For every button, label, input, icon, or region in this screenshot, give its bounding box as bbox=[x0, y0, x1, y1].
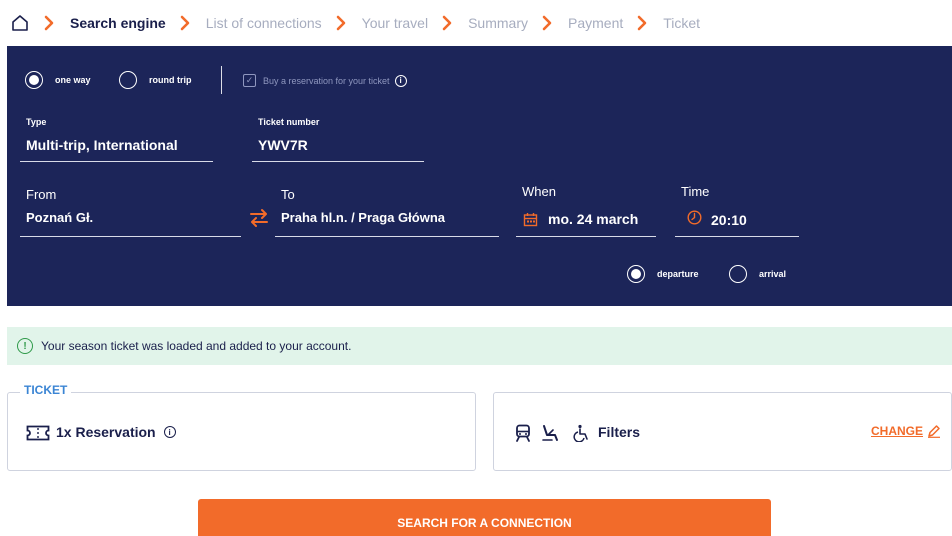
pencil-icon bbox=[928, 425, 941, 438]
time-label: Time bbox=[681, 184, 710, 199]
breadcrumb-payment: Payment bbox=[568, 15, 624, 31]
swap-arrows-icon[interactable] bbox=[248, 206, 270, 230]
ticket-legend: TICKET bbox=[20, 383, 72, 397]
ticket-icon bbox=[26, 425, 50, 441]
radio-arrival-label: arrival bbox=[759, 269, 787, 279]
reservation-checkbox-label: Buy a reservation for your ticket bbox=[263, 75, 390, 86]
from-label: From bbox=[26, 187, 57, 202]
checkbox-icon[interactable]: ✓ bbox=[243, 74, 256, 87]
breadcrumb-your-travel: Your travel bbox=[361, 15, 429, 31]
train-icon bbox=[516, 424, 530, 442]
date-input[interactable]: mo. 24 march bbox=[548, 211, 638, 227]
radio-round-trip[interactable]: round trip bbox=[119, 71, 192, 89]
radio-unselected-indicator bbox=[119, 71, 137, 89]
radio-arrival[interactable]: arrival bbox=[729, 265, 786, 283]
change-filters-link[interactable]: CHANGE bbox=[871, 424, 941, 438]
from-underline bbox=[20, 236, 241, 237]
to-underline bbox=[275, 236, 499, 237]
home-icon[interactable] bbox=[10, 13, 30, 33]
radio-round-trip-label: round trip bbox=[149, 75, 192, 85]
radio-departure-label: departure bbox=[657, 269, 699, 279]
divider bbox=[221, 66, 222, 94]
success-notice: ! Your season ticket was loaded and adde… bbox=[7, 327, 952, 365]
chevron-right-icon bbox=[180, 14, 194, 32]
radio-departure[interactable]: departure bbox=[627, 265, 699, 283]
change-filters-label: CHANGE bbox=[871, 424, 924, 438]
radio-unselected-indicator bbox=[729, 265, 747, 283]
type-underline bbox=[20, 161, 213, 162]
chevron-right-icon bbox=[542, 14, 556, 32]
to-input[interactable]: Praha hl.n. / Praga Główna bbox=[281, 210, 445, 225]
ticket-summary-text: 1x Reservation bbox=[56, 424, 156, 440]
search-connection-button[interactable]: SEARCH FOR A CONNECTION bbox=[198, 499, 771, 536]
from-input[interactable]: Poznań Gł. bbox=[26, 210, 93, 225]
ticket-summary[interactable]: 1x Reservation i bbox=[56, 424, 176, 440]
calendar-icon bbox=[523, 213, 538, 227]
info-circle-icon: ! bbox=[17, 338, 33, 354]
breadcrumb-ticket: Ticket bbox=[663, 15, 701, 31]
breadcrumb-search-engine[interactable]: Search engine bbox=[70, 15, 166, 31]
clock-icon bbox=[687, 210, 702, 225]
date-underline bbox=[516, 236, 656, 237]
type-value[interactable]: Multi-trip, International bbox=[26, 137, 178, 153]
notice-text: Your season ticket was loaded and added … bbox=[41, 339, 352, 353]
to-label: To bbox=[281, 187, 295, 202]
chevron-right-icon bbox=[637, 14, 651, 32]
ticket-number-value[interactable]: YWV7R bbox=[258, 137, 308, 153]
radio-selected-indicator bbox=[627, 265, 645, 283]
time-input[interactable]: 20:10 bbox=[711, 212, 747, 228]
filters-label[interactable]: Filters bbox=[598, 424, 640, 440]
reservation-checkbox[interactable]: ✓ Buy a reservation for your ticket i bbox=[243, 74, 407, 87]
type-label: Type bbox=[26, 117, 47, 127]
radio-selected-indicator bbox=[25, 71, 43, 89]
breadcrumb-list-of-connections: List of connections bbox=[205, 15, 322, 31]
breadcrumb: Search engine List of connections Your t… bbox=[10, 10, 700, 36]
chevron-right-icon bbox=[336, 14, 350, 32]
radio-one-way[interactable]: one way bbox=[25, 71, 91, 89]
ticket-number-underline bbox=[252, 161, 424, 162]
info-icon[interactable]: i bbox=[394, 74, 407, 87]
chevron-right-icon bbox=[44, 14, 58, 32]
when-label: When bbox=[522, 184, 556, 199]
breadcrumb-summary: Summary bbox=[468, 15, 528, 31]
wheelchair-icon bbox=[573, 424, 588, 442]
time-underline bbox=[675, 236, 799, 237]
ticket-number-label: Ticket number bbox=[258, 117, 320, 127]
info-icon[interactable]: i bbox=[163, 426, 176, 438]
radio-one-way-label: one way bbox=[55, 75, 91, 85]
chevron-right-icon bbox=[442, 14, 456, 32]
search-panel: one way round trip ✓ Buy a reservation f… bbox=[7, 46, 952, 306]
reclining-seat-icon bbox=[542, 425, 558, 441]
